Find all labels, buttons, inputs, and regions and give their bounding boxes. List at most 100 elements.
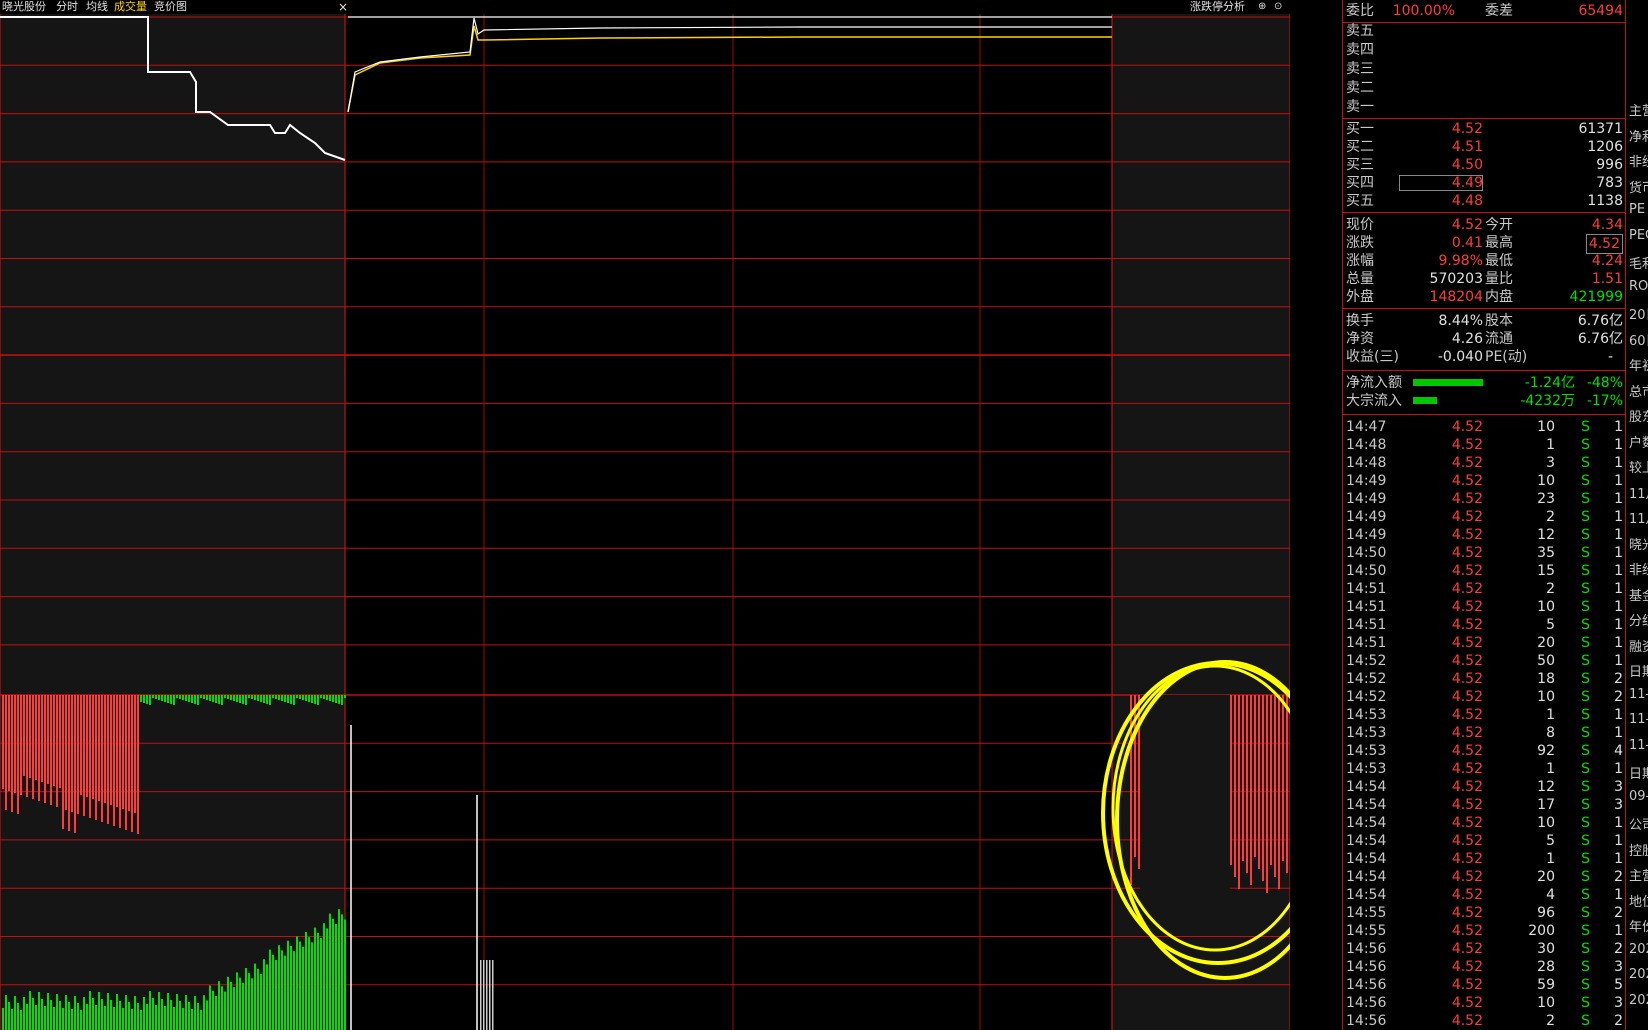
tab-auction[interactable]: 竞价图: [154, 0, 187, 14]
sell-1[interactable]: 卖一: [1343, 98, 1625, 116]
volume-bar: [119, 695, 121, 828]
tick-side: S: [1581, 1013, 1590, 1029]
volume-gap: [1140, 695, 1230, 925]
volume-bar: [203, 695, 205, 699]
tick-n: 1: [1614, 815, 1623, 831]
buy-1[interactable]: 买一 4.52 61371: [1343, 120, 1625, 138]
tick-time: 14:50: [1346, 545, 1387, 561]
buy-3[interactable]: 买三 4.50 996: [1343, 156, 1625, 174]
tick-side: S: [1581, 977, 1590, 993]
close-icon[interactable]: ×: [338, 0, 348, 14]
tick-vol: 59: [1537, 977, 1555, 993]
tab-fenshi[interactable]: 分时: [56, 0, 78, 14]
auction-volume-bar: [218, 981, 220, 1030]
tick-time: 14:52: [1346, 671, 1387, 687]
tick-time: 14:53: [1346, 707, 1387, 723]
limit-analysis-button[interactable]: 涨跌停分析: [1190, 0, 1245, 14]
volume-bar: [266, 695, 268, 704]
tick-row: 14:50 4.52 35 S 1: [1343, 544, 1625, 562]
volume-bar: [281, 695, 283, 701]
tick-row: 14:56 4.52 30 S 2: [1343, 940, 1625, 958]
tick-vol: 35: [1537, 545, 1555, 561]
tick-side: S: [1581, 797, 1590, 813]
weibi-row: 委比 100.00% 委差 65494: [1346, 3, 1623, 19]
tick-price: 4.52: [1451, 905, 1483, 921]
tick-price: 4.52: [1451, 959, 1483, 975]
auction-volume-bar: [221, 986, 223, 1030]
stock-name[interactable]: 晓光股份: [2, 0, 46, 14]
volume-bar: [251, 695, 253, 699]
sell-3[interactable]: 卖三: [1343, 60, 1625, 78]
tick-row: 14:52 4.52 18 S 2: [1343, 670, 1625, 688]
auction-volume-bar: [167, 993, 169, 1030]
tick-n: 1: [1614, 707, 1623, 723]
volume-bar: [143, 695, 145, 703]
sell-2[interactable]: 卖二: [1343, 79, 1625, 97]
volume-bar: [158, 695, 160, 700]
volume-bar: [245, 695, 247, 705]
volume-bar: [155, 695, 157, 699]
volume-bar: [1266, 695, 1268, 893]
tick-vol: 10: [1537, 599, 1555, 615]
f10-fragment: 主营: [1629, 869, 1648, 884]
f10-fragment: 基金: [1629, 588, 1648, 604]
tab-volume[interactable]: 成交量: [114, 0, 147, 14]
tick-time: 14:49: [1346, 527, 1387, 543]
expand-icon[interactable]: ⊕: [1258, 0, 1266, 14]
auction-volume-bar: [254, 963, 256, 1030]
tick-vol: 2: [1546, 509, 1555, 525]
tick-time: 14:55: [1346, 923, 1387, 939]
tick-price: 4.52: [1451, 437, 1483, 453]
auction-volume-bar: [215, 996, 217, 1030]
tick-n: 1: [1614, 581, 1623, 597]
tick-price: 4.52: [1451, 779, 1483, 795]
tick-row: 14:48 4.52 3 S 1: [1343, 454, 1625, 472]
chart-canvas[interactable]: 9.98%8.55%7.13%5.70%4.28%2.85%1.43%0.00%…: [0, 0, 1290, 1030]
tick-time: 14:56: [1346, 1013, 1387, 1029]
auction-volume-bar: [233, 987, 235, 1030]
auction-volume-bar: [248, 973, 250, 1030]
auction-volume-bar: [224, 991, 226, 1030]
sell-4[interactable]: 卖四: [1343, 41, 1625, 59]
settings-icon[interactable]: ⊙: [1274, 0, 1282, 14]
tick-vol: 50: [1537, 653, 1555, 669]
f10-panel-edge[interactable]: 主营净利非经货币PEPEG毛利ROE20日60日年初总市股东户数较上11月11月…: [1625, 0, 1648, 1030]
auction-volume-bar: [317, 932, 319, 1030]
buy-5[interactable]: 买五 4.48 1138: [1343, 192, 1625, 210]
tick-price: 4.52: [1451, 419, 1483, 435]
auction-volume-bar: [101, 999, 103, 1030]
tick-price: 4.52: [1451, 455, 1483, 471]
tick-time: 14:52: [1346, 653, 1387, 669]
volume-bar: [107, 695, 109, 824]
auction-volume-bar: [152, 998, 154, 1030]
volume-bar: [293, 695, 295, 705]
volume-bar: [170, 695, 172, 704]
tick-row: 14:49 4.52 12 S 1: [1343, 526, 1625, 544]
tick-time: 14:53: [1346, 761, 1387, 777]
auction-volume-bar: [236, 972, 238, 1030]
quote-row-6: 换手 8.44% 股本 6.76亿: [1346, 313, 1623, 329]
quote-row-1: 现价 4.52 今开 4.34: [1346, 217, 1623, 233]
volume-bar: [95, 695, 97, 820]
buy-2[interactable]: 买二 4.51 1206: [1343, 138, 1625, 156]
f10-fragment: 晓光: [1629, 537, 1648, 553]
auction-volume-bar: [323, 923, 325, 1030]
volume-bar: [83, 695, 85, 816]
auction-volume-bar: [26, 1004, 28, 1030]
volume-bar: [17, 695, 19, 814]
tick-time: 14:51: [1346, 599, 1387, 615]
buy-4[interactable]: 买四 4.49 783: [1343, 174, 1625, 192]
sell-5[interactable]: 卖五: [1343, 22, 1625, 40]
intraday-chart[interactable]: 9.98%8.55%7.13%5.70%4.28%2.85%1.43%0.00%…: [0, 0, 1290, 1030]
volume-bar: [1262, 695, 1264, 881]
volume-bar: [344, 695, 346, 698]
auction-volume-bar: [14, 996, 16, 1030]
tab-junxian[interactable]: 均线: [86, 0, 108, 14]
auction-volume-bar: [89, 991, 91, 1030]
tick-vol: 1: [1546, 851, 1555, 867]
volume-bar: [59, 695, 61, 788]
volume-bar: [89, 695, 91, 818]
auction-volume-bar: [86, 1004, 88, 1030]
volume-bar: [209, 695, 211, 701]
tick-price: 4.52: [1451, 581, 1483, 597]
